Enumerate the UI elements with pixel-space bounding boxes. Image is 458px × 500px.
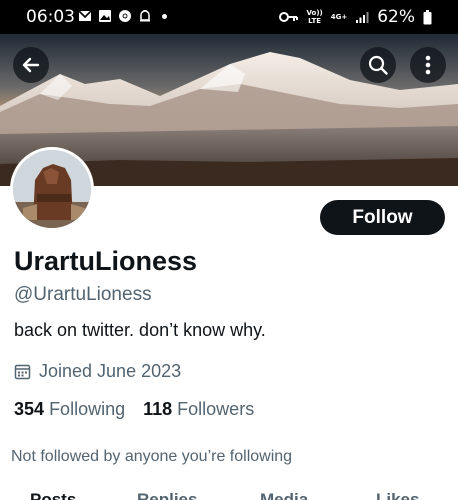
search-icon — [368, 55, 388, 75]
status-bar: 06:03 Vo)) LTE 4G+ 62% — [0, 0, 458, 34]
joined-text: Joined June 2023 — [39, 361, 182, 381]
system-icons: Vo)) LTE 4G+ 62% — [278, 7, 432, 27]
profile-tabs: Posts Replies Media Likes — [0, 490, 458, 500]
calendar-icon — [14, 364, 31, 380]
volte-indicator: Vo)) LTE — [306, 9, 323, 25]
follow-stats: 354 Following 118 Followers — [14, 399, 254, 420]
following-label: Following — [49, 399, 126, 419]
signal-icon — [356, 12, 369, 23]
more-notifications-dot — [162, 13, 167, 19]
following-link[interactable]: 354 Following — [14, 399, 125, 420]
image-icon — [99, 10, 111, 22]
tab-posts[interactable]: Posts — [30, 490, 76, 500]
display-name: UrartuLioness — [14, 246, 198, 276]
followers-count: 118 — [143, 399, 173, 419]
notification-icons — [78, 9, 167, 23]
mail-icon — [78, 10, 92, 21]
bio: back on twitter. don’t know why. — [14, 320, 266, 340]
following-count: 354 — [14, 399, 45, 419]
avatar[interactable] — [10, 147, 94, 231]
not-followed-notice: Not followed by anyone you’re following — [11, 448, 293, 465]
more-options-button[interactable] — [410, 47, 446, 83]
avatar-image — [13, 150, 91, 228]
tab-likes[interactable]: Likes — [376, 490, 419, 500]
user-handle: @UrartuLioness — [14, 284, 152, 305]
chrome-icon — [119, 10, 131, 22]
clock: 06:03 — [26, 7, 75, 27]
follow-button[interactable]: Follow — [320, 200, 445, 235]
bell-icon — [140, 10, 150, 22]
arrow-left-icon — [22, 57, 40, 73]
joined-date: Joined June 2023 — [14, 361, 181, 382]
battery-percent: 62% — [377, 7, 415, 27]
tab-replies[interactable]: Replies — [137, 490, 197, 500]
key-icon — [279, 12, 299, 22]
more-vertical-icon — [425, 55, 431, 75]
tab-media[interactable]: Media — [260, 490, 308, 500]
search-button[interactable] — [360, 47, 396, 83]
back-button[interactable] — [13, 47, 49, 83]
followers-label: Followers — [177, 399, 255, 419]
followers-link[interactable]: 118 Followers — [143, 399, 254, 420]
network-type: 4G+ — [330, 13, 348, 21]
battery-icon — [423, 9, 432, 24]
